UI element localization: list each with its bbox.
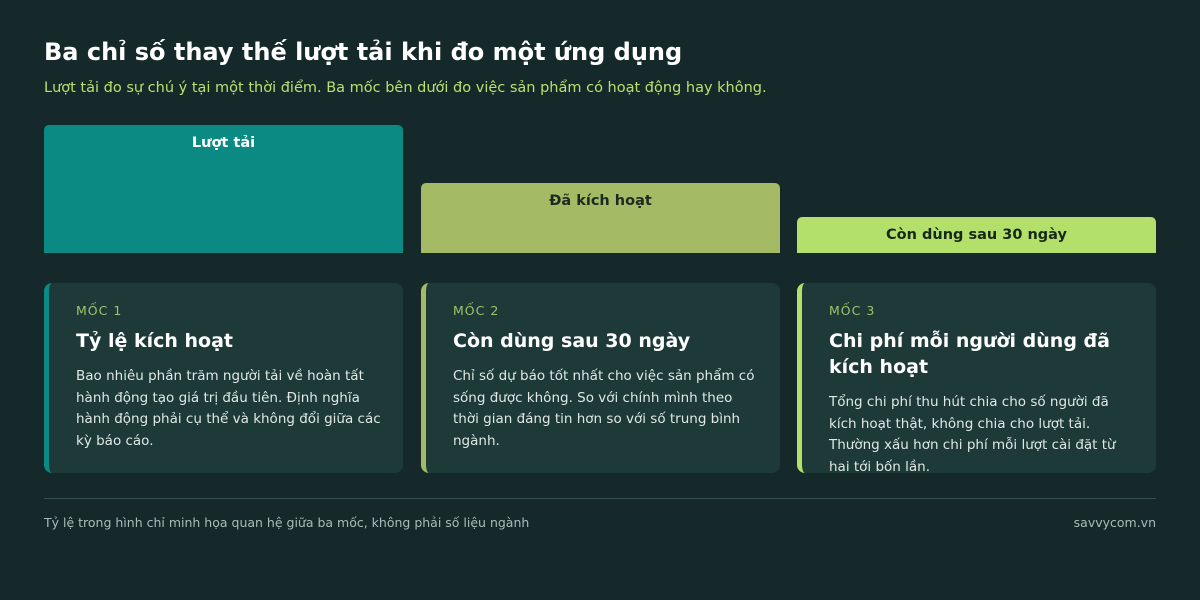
funnel-bar-label: Còn dùng sau 30 ngày (886, 227, 1067, 243)
card-text: Chỉ số dự báo tốt nhất cho việc sản phẩm… (453, 368, 755, 449)
page-title: Ba chỉ số thay thế lượt tải khi đo một ứ… (44, 38, 683, 66)
page: Ba chỉ số thay thế lượt tải khi đo một ứ… (0, 0, 1200, 600)
funnel-bars: Lượt tải Đã kích hoạt Còn dùng sau 30 ng… (44, 120, 1156, 253)
card-kicker: Mốc 2 (453, 303, 500, 318)
source-link[interactable]: savvycom.vn (1074, 515, 1156, 530)
card-text: Bao nhiêu phần trăm người tải về hoàn tấ… (76, 368, 381, 449)
milestone-card-activation-rate: Mốc 1 Tỷ lệ kích hoạt Bao nhiêu phần tră… (44, 283, 403, 473)
milestone-card-cost-per-activated-user: Mốc 3 Chi phí mỗi người dùng đã kích hoạ… (797, 283, 1156, 475)
card-kicker: Mốc 3 (829, 303, 876, 318)
card-kicker: Mốc 1 (76, 303, 123, 318)
funnel-bar-label: Lượt tải (191, 135, 256, 151)
funnel-bar-activated: Đã kích hoạt (421, 183, 780, 253)
footer-divider (44, 498, 1156, 499)
funnel-bar-downloads: Lượt tải (44, 125, 403, 253)
card-title: Tỷ lệ kích hoạt (76, 330, 234, 352)
footnote: Tỷ lệ trong hình chỉ minh họa quan hệ gi… (44, 515, 530, 530)
milestone-card-retention-30d: Mốc 2 Còn dùng sau 30 ngày Chỉ số dự báo… (421, 283, 780, 473)
card-text: Tổng chi phí thu hút chia cho số người đ… (829, 394, 1116, 475)
page-subtitle: Lượt tải đo sự chú ý tại một thời điểm. … (44, 80, 767, 96)
funnel-bar-label: Đã kích hoạt (549, 193, 652, 209)
card-title: Còn dùng sau 30 ngày (453, 330, 691, 352)
milestone-cards: Mốc 1 Tỷ lệ kích hoạt Bao nhiêu phần tră… (44, 283, 1156, 475)
funnel-bar-retained-30d: Còn dùng sau 30 ngày (797, 217, 1156, 253)
card-title: Chi phí mỗi người dùng đã kích hoạt (829, 330, 1110, 378)
